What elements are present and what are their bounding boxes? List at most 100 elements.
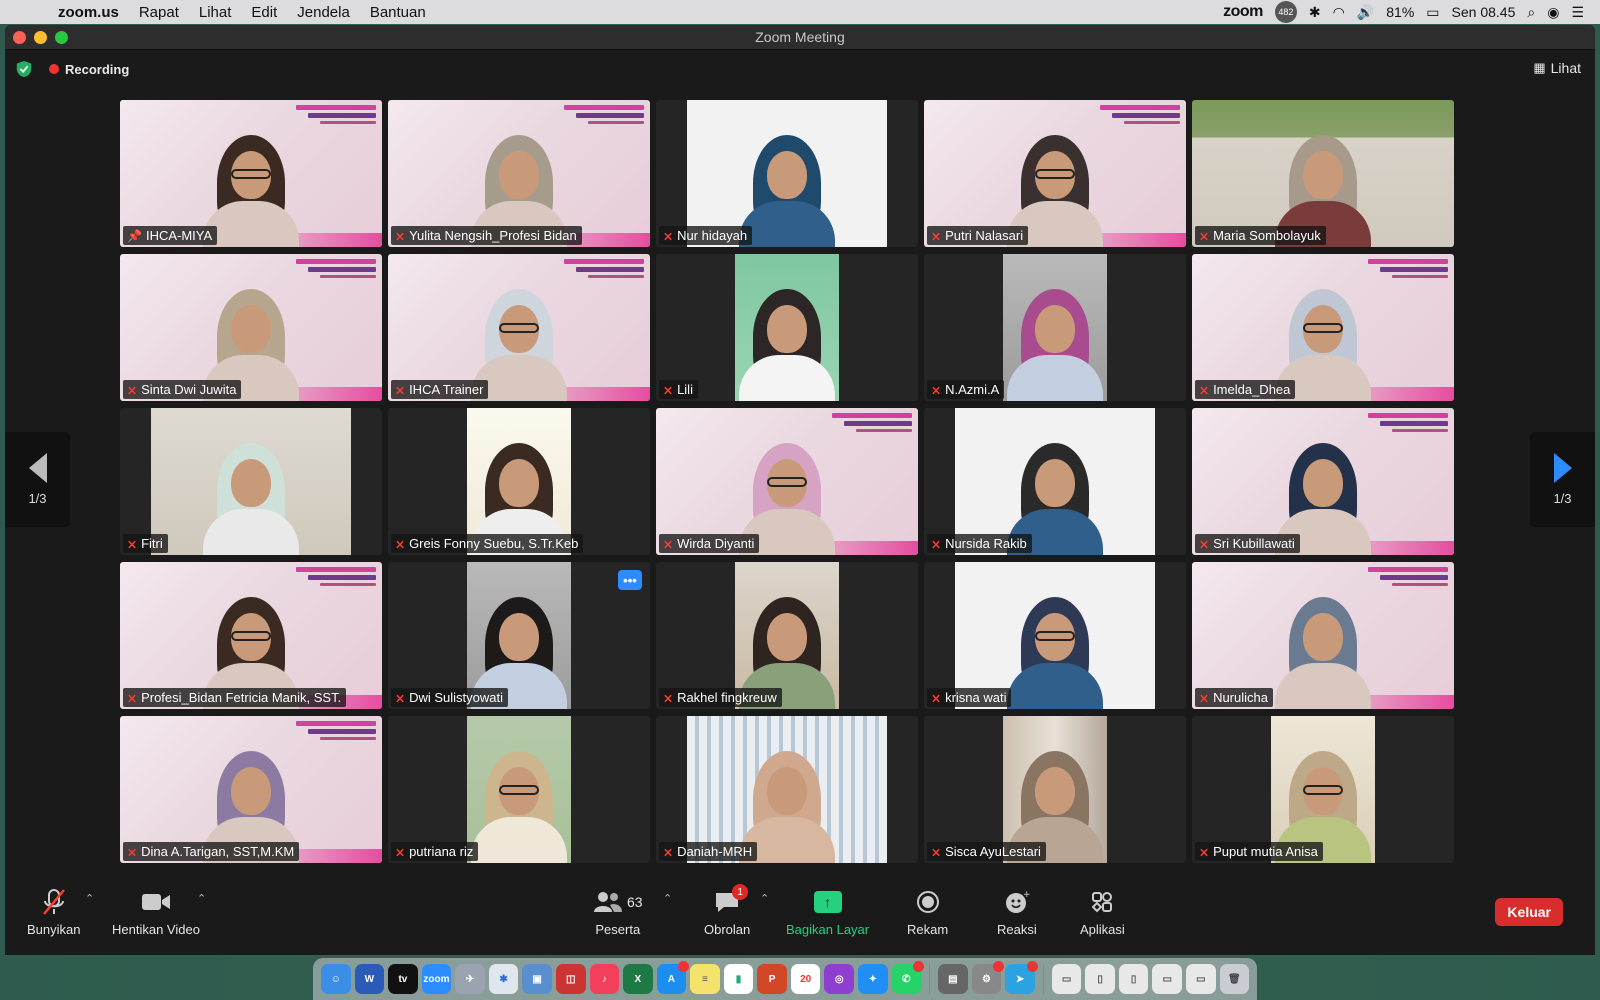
bluetooth-icon[interactable]: ✱ xyxy=(1309,4,1321,21)
dock-document-icon-3[interactable]: ▯ xyxy=(1118,964,1149,994)
dock-bluetooth-icon[interactable]: ✱ xyxy=(488,964,519,994)
stop-video-button[interactable]: Hentikan Video xyxy=(112,888,200,937)
dock-system-preferences-icon[interactable]: ⚙ xyxy=(971,961,1005,994)
next-page-button[interactable]: 1/3 xyxy=(1530,432,1595,527)
dock-photo-booth-icon[interactable]: ◫ xyxy=(555,964,586,994)
record-button[interactable]: Rekam xyxy=(907,888,948,937)
wifi-icon[interactable]: ◠ xyxy=(1333,4,1345,21)
window-titlebar[interactable]: Zoom Meeting xyxy=(5,25,1595,50)
dock-numbers-icon[interactable]: ▮ xyxy=(723,964,754,994)
maximize-window-button[interactable] xyxy=(55,30,68,44)
participant-tile[interactable]: ••• ⨯ Dwi Sulistyowati xyxy=(388,562,650,709)
menu-app-name[interactable]: zoom.us xyxy=(40,4,129,21)
security-shield-icon[interactable] xyxy=(15,60,33,78)
menu-bantuan[interactable]: Bantuan xyxy=(360,4,436,21)
participant-tile[interactable]: ⨯ krisna wati xyxy=(924,562,1186,709)
chat-options-caret-icon[interactable]: ⌃ xyxy=(760,892,769,905)
participant-tile[interactable]: ⨯ Nursida Rakib xyxy=(924,408,1186,555)
dock-preview-icon[interactable]: ▣ xyxy=(522,964,552,994)
view-button[interactable]: ▦ Lihat xyxy=(1533,60,1581,76)
dock-zoom-icon[interactable]: zoom xyxy=(421,964,452,994)
participant-tile[interactable]: ⨯ Sisca AyuLestari xyxy=(924,716,1186,863)
mic-muted-icon: ⨯ xyxy=(395,690,406,705)
participant-tile[interactable]: ⨯ Lili xyxy=(656,254,918,401)
participant-tile[interactable]: ⨯ Sri Kubillawati xyxy=(1192,408,1454,555)
dock-word-icon[interactable]: W xyxy=(354,964,385,994)
dock-document-icon[interactable]: ▭ xyxy=(1051,964,1082,994)
participant-tile[interactable]: ⨯ Sinta Dwi Juwita xyxy=(120,254,382,401)
participant-tile[interactable]: ⨯ Daniah-MRH xyxy=(656,716,918,863)
control-center-icon[interactable]: ☰ xyxy=(1571,4,1584,21)
dock-notes-icon[interactable]: ≡ xyxy=(690,964,720,994)
participant-tile[interactable]: ⨯ Greis Fonny Suebu, S.Tr.Keb xyxy=(388,408,650,555)
video-options-caret-icon[interactable]: ⌃ xyxy=(197,892,206,905)
dock-finder-icon[interactable]: ☺ xyxy=(321,964,351,994)
dock-whatsapp-icon[interactable]: ✆ xyxy=(891,961,925,994)
participant-tile[interactable]: ⨯ Yulita Nengsih_Profesi Bidan xyxy=(388,100,650,247)
menubar-clock[interactable]: Sen 08.45 xyxy=(1452,4,1516,20)
zoom-status-item[interactable]: zoom xyxy=(1223,3,1263,21)
participant-tile[interactable]: ⨯ N.Azmi.A xyxy=(924,254,1186,401)
dock-screenshot-icon[interactable]: ▤ xyxy=(938,964,968,994)
participant-tile[interactable]: ⨯ Puput mutia Anisa xyxy=(1192,716,1454,863)
view-button-label: Lihat xyxy=(1550,60,1581,76)
participant-tile[interactable]: ⨯ Imelda_Dhea xyxy=(1192,254,1454,401)
tile-more-options-button[interactable]: ••• xyxy=(618,570,642,590)
unmute-button[interactable]: Bunyikan xyxy=(27,888,80,937)
traffic-lights xyxy=(5,30,68,44)
leave-meeting-button[interactable]: Keluar xyxy=(1495,898,1563,926)
siri-icon[interactable]: ◉ xyxy=(1547,4,1559,21)
dock-calendar-icon[interactable]: 20 xyxy=(790,964,821,994)
participant-tile[interactable]: ⨯ Rakhel fingkreuw xyxy=(656,562,918,709)
meeting-toolbar: Bunyikan ⌃ Hentikan Video ⌃ 63 Peserta ⌃ xyxy=(5,880,1595,955)
participants-options-caret-icon[interactable]: ⌃ xyxy=(663,892,672,905)
dock-excel-icon[interactable]: X xyxy=(623,964,653,994)
recording-label[interactable]: Recording xyxy=(65,62,129,77)
dock-launchpad-icon[interactable]: ✈ xyxy=(455,964,485,994)
zoom-status-badge[interactable]: 482 xyxy=(1274,1,1297,23)
spotlight-search-icon[interactable]: ⌕ xyxy=(1527,4,1535,21)
audio-options-caret-icon[interactable]: ⌃ xyxy=(85,892,94,905)
dock-document-icon-5[interactable]: ▭ xyxy=(1186,964,1216,994)
participant-name-tag: ⨯ Nur hidayah xyxy=(659,226,753,245)
participant-tile[interactable]: ⨯ Putri Nalasari xyxy=(924,100,1186,247)
participant-tile[interactable]: ⨯ Fitri xyxy=(120,408,382,555)
dock-document-icon-2[interactable]: ▯ xyxy=(1085,964,1115,994)
participant-tile[interactable]: ⨯ IHCA Trainer xyxy=(388,254,650,401)
participant-tile[interactable]: ⨯ Profesi_Bidan Fetricia Manik, SST. xyxy=(120,562,382,709)
dock-safari-icon[interactable]: ✦ xyxy=(858,964,888,994)
menu-jendela[interactable]: Jendela xyxy=(287,4,360,21)
participant-tile[interactable]: ⨯ Nurulicha xyxy=(1192,562,1454,709)
dock-app-store-icon[interactable]: A xyxy=(656,961,690,994)
close-window-button[interactable] xyxy=(13,30,26,44)
participant-tile[interactable]: ⨯ Nur hidayah xyxy=(656,100,918,247)
participant-tile[interactable]: ⨯ putriana riz xyxy=(388,716,650,863)
dock-apple-tv-icon[interactable]: tv xyxy=(388,964,418,994)
dock-trash-icon[interactable]: 🗑 xyxy=(1219,964,1250,994)
dock-music-icon[interactable]: ♪ xyxy=(589,964,620,994)
reactions-button[interactable]: + Reaksi xyxy=(997,888,1037,937)
participant-name: Greis Fonny Suebu, S.Tr.Keb xyxy=(409,536,579,551)
dock-telegram-icon[interactable]: ➤ xyxy=(1005,961,1038,994)
participant-tile[interactable]: ⨯ Dina A.Tarigan, SST,M.KM xyxy=(120,716,382,863)
participant-name: Lili xyxy=(677,382,693,397)
participants-button[interactable]: 63 Peserta xyxy=(593,888,643,937)
apps-button[interactable]: Aplikasi xyxy=(1080,888,1125,937)
mic-muted-icon: ⨯ xyxy=(663,844,674,859)
dock-podcasts-icon[interactable]: ◎ xyxy=(824,964,854,994)
participant-tile[interactable]: 📌 IHCA-MIYA xyxy=(120,100,382,247)
dock-powerpoint-icon[interactable]: P xyxy=(757,964,787,994)
menu-rapat[interactable]: Rapat xyxy=(129,4,189,21)
minimize-window-button[interactable] xyxy=(34,30,47,44)
chat-button[interactable]: 1 Obrolan xyxy=(704,884,750,937)
participant-name: IHCA-MIYA xyxy=(145,228,213,243)
dock-document-icon-4[interactable]: ▭ xyxy=(1152,964,1183,994)
battery-icon[interactable]: ▭ xyxy=(1426,4,1439,21)
participant-tile[interactable]: ⨯ Wirda Diyanti xyxy=(656,408,918,555)
previous-page-button[interactable]: 1/3 xyxy=(5,432,70,527)
menu-edit[interactable]: Edit xyxy=(241,4,287,21)
share-screen-button[interactable]: ↑ Bagikan Layar xyxy=(786,888,869,937)
participant-tile[interactable]: ⨯ Maria Sombolayuk xyxy=(1192,100,1454,247)
menu-lihat[interactable]: Lihat xyxy=(189,4,242,21)
volume-icon[interactable]: 🔊 xyxy=(1357,4,1374,21)
